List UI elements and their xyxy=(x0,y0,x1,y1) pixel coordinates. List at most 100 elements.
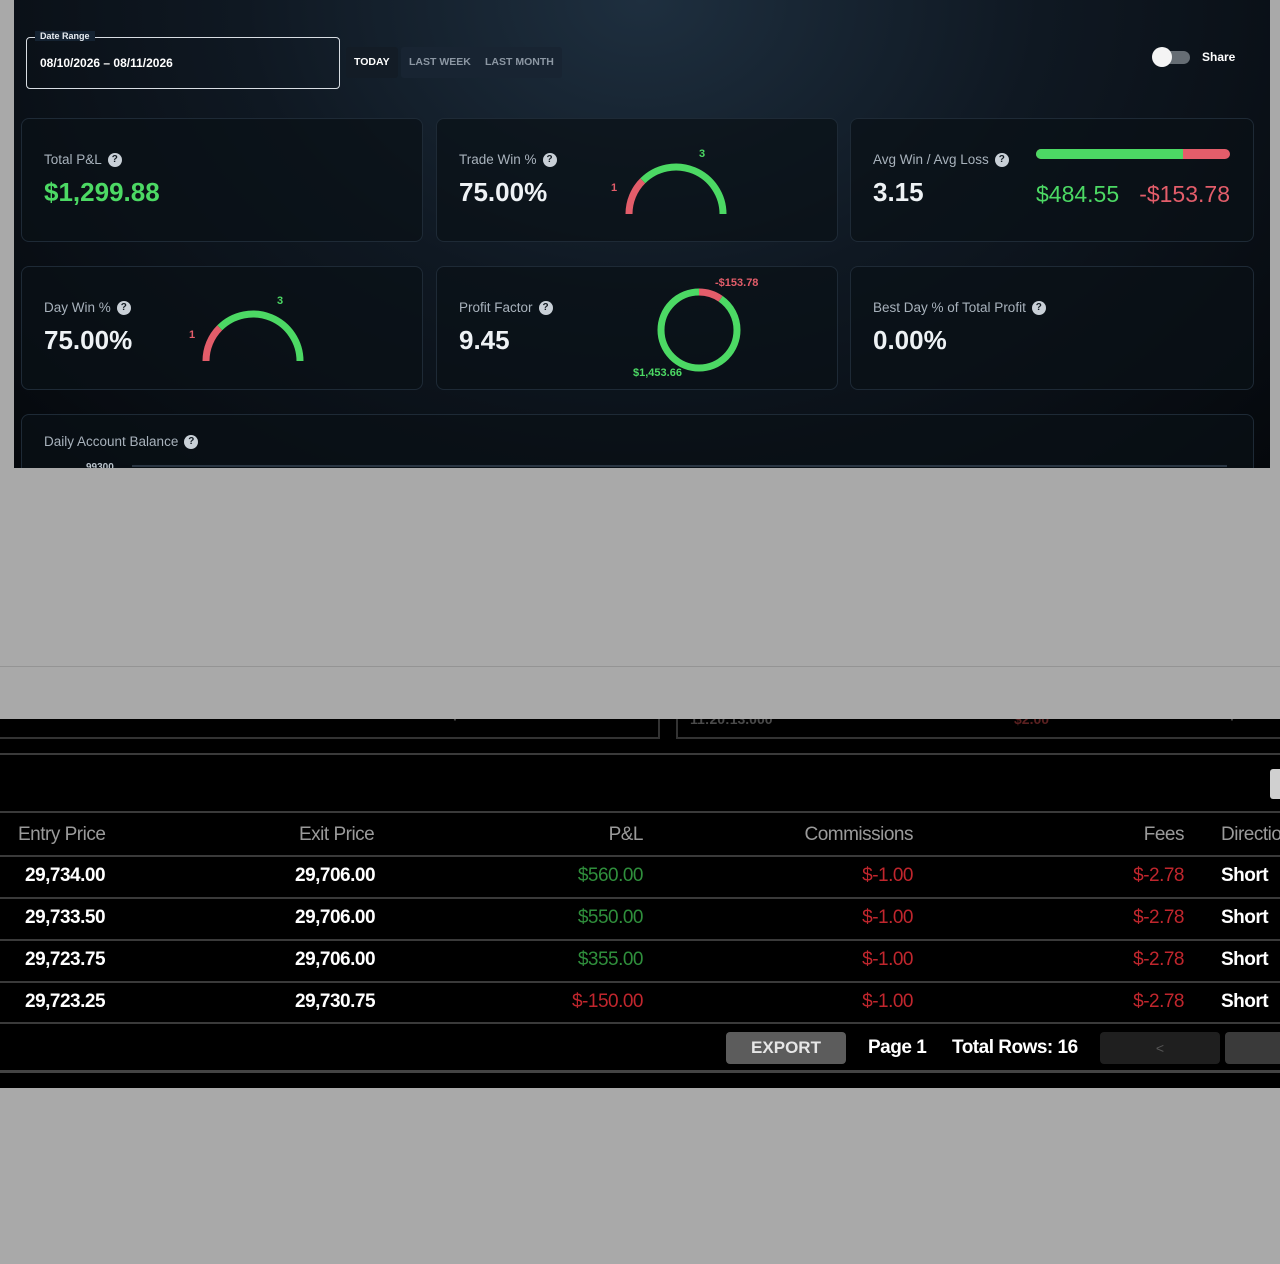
best-day-label: Best Day % of Total Profit xyxy=(873,300,1026,315)
entry-price-cell: 29,723.25 xyxy=(25,991,106,1012)
row-divider xyxy=(0,939,1280,941)
win-loss-ratio-bar xyxy=(1036,149,1230,159)
best-day-label-row: Best Day % of Total Profit ? xyxy=(873,300,1046,315)
pnl-cell: $560.00 xyxy=(577,865,644,886)
column-menu-button[interactable] xyxy=(1270,769,1280,799)
col-pnl[interactable]: P&L xyxy=(543,824,644,846)
date-range-value[interactable]: 08/10/2026 – 08/11/2026 xyxy=(40,56,173,70)
page-indicator: Page 1 xyxy=(868,1037,927,1058)
trade-win-gauge xyxy=(625,163,727,215)
win-arc xyxy=(217,310,304,362)
trade-win-label-row: Trade Win % ? xyxy=(459,152,557,167)
profit-factor-card: Profit Factor ? 9.45 -$153.78 $1,453.66 xyxy=(436,266,838,390)
help-icon[interactable]: ? xyxy=(1031,300,1046,315)
fees-cell: $-2.78 xyxy=(1133,865,1184,886)
direction-cell: Short xyxy=(1221,865,1269,886)
daily-balance-card: Daily Account Balance ? 99300 xyxy=(21,414,1254,468)
avg-win-loss-label-row: Avg Win / Avg Loss ? xyxy=(873,152,1009,167)
direction-cell: Short xyxy=(1221,907,1269,928)
date-range-field[interactable]: Date Range 08/10/2026 – 08/11/2026 xyxy=(26,31,340,89)
gross-profit-label: $1,453.66 xyxy=(633,367,682,379)
header-top-border xyxy=(0,811,1280,813)
exit-price-cell: 29,706.00 xyxy=(295,865,376,886)
avg-win-loss-card: Avg Win / Avg Loss ? 3.15 $484.55 -$153.… xyxy=(850,118,1254,242)
best-day-value: 0.00% xyxy=(873,325,947,355)
today-button[interactable]: TODAY xyxy=(346,47,398,78)
help-icon[interactable]: ? xyxy=(542,152,557,167)
fees-cell: $-2.78 xyxy=(1133,991,1184,1012)
next-page-button[interactable] xyxy=(1225,1032,1280,1064)
fees-cell: $-2.78 xyxy=(1133,907,1184,928)
pnl-cell: $-150.00 xyxy=(571,991,644,1012)
col-commissions[interactable]: Commissions xyxy=(763,824,913,846)
help-icon[interactable]: ? xyxy=(538,300,553,315)
avg-loss-value: -$153.78 xyxy=(1139,181,1230,207)
day-win-label: Day Win % xyxy=(44,300,111,315)
export-button[interactable]: EXPORT xyxy=(726,1032,846,1064)
cutoff-time: 11:20:13.000 xyxy=(690,719,773,727)
direction-cell: Short xyxy=(1221,991,1269,1012)
cutoff-cell-left: · xyxy=(0,719,660,739)
table-bottom-border xyxy=(0,1022,1280,1024)
avg-win-value: $484.55 xyxy=(1036,181,1120,207)
profit-factor-label: Profit Factor xyxy=(459,300,533,315)
avg-win-loss-label: Avg Win / Avg Loss xyxy=(873,152,989,167)
commissions-cell: $-1.00 xyxy=(862,949,913,970)
help-icon[interactable]: ? xyxy=(994,152,1009,167)
day-losses-count: 1 xyxy=(189,329,196,341)
row-divider xyxy=(0,981,1280,983)
profit-factor-value: 9.45 xyxy=(459,325,510,355)
win-arc xyxy=(640,163,727,215)
total-pnl-label-row: Total P&L ? xyxy=(44,152,122,167)
divider xyxy=(0,753,1280,755)
trade-win-label: Trade Win % xyxy=(459,152,537,167)
trade-losses-count: 1 xyxy=(611,182,618,194)
footer-border xyxy=(0,1070,1280,1073)
pnl-cell: $355.00 xyxy=(577,949,644,970)
exit-price-cell: 29,706.00 xyxy=(295,949,376,970)
commissions-cell: $-1.00 xyxy=(862,865,913,886)
gross-profit-slice xyxy=(657,288,741,372)
col-entry-price[interactable]: Entry Price xyxy=(18,824,106,846)
col-exit-price[interactable]: Exit Price xyxy=(299,824,375,846)
prev-page-button[interactable]: < xyxy=(1100,1032,1220,1064)
header-bottom-border xyxy=(0,855,1280,857)
share-toggle-knob xyxy=(1152,47,1172,67)
day-win-card: Day Win % ? 75.00% 1 3 xyxy=(21,266,423,390)
exit-price-cell: 29,706.00 xyxy=(295,907,376,928)
total-pnl-label: Total P&L xyxy=(44,152,102,167)
trades-table: · 11:20:13.000 $2.00 · Entry Price Exit … xyxy=(0,719,1280,1088)
total-pnl-value: $1,299.88 xyxy=(44,177,160,207)
loss-arc xyxy=(625,178,646,215)
entry-price-cell: 29,733.50 xyxy=(25,907,106,928)
pnl-cell: $550.00 xyxy=(577,907,644,928)
best-day-card: Best Day % of Total Profit ? 0.00% xyxy=(850,266,1254,390)
share-toggle[interactable] xyxy=(1152,47,1192,67)
trade-win-card: Trade Win % ? 75.00% 1 3 xyxy=(436,118,838,242)
col-fees[interactable]: Fees xyxy=(1084,824,1185,846)
help-icon[interactable]: ? xyxy=(116,300,131,315)
help-icon[interactable]: ? xyxy=(107,152,122,167)
y-axis-tick: 99300 xyxy=(86,462,114,468)
last-month-button[interactable]: LAST MONTH xyxy=(477,47,562,78)
share-label: Share xyxy=(1202,50,1236,64)
avg-win-loss-ratio: 3.15 xyxy=(873,177,924,207)
row-divider xyxy=(0,897,1280,899)
cutoff-cell-right: 11:20:13.000 $2.00 · xyxy=(676,719,1280,739)
cutoff-value: $2.00 xyxy=(1014,719,1050,727)
daily-balance-label: Daily Account Balance xyxy=(44,434,179,449)
entry-price-cell: 29,734.00 xyxy=(25,865,106,886)
section-divider xyxy=(0,666,1280,667)
day-wins-count: 3 xyxy=(277,295,284,307)
last-week-button[interactable]: LAST WEEK xyxy=(401,47,479,78)
trade-wins-count: 3 xyxy=(699,148,706,160)
dashboard-panel: Date Range 08/10/2026 – 08/11/2026 TODAY… xyxy=(14,0,1270,468)
help-icon[interactable]: ? xyxy=(184,434,199,449)
commissions-cell: $-1.00 xyxy=(862,907,913,928)
day-win-value: 75.00% xyxy=(44,325,133,355)
col-direction[interactable]: Directio xyxy=(1221,824,1280,846)
fees-cell: $-2.78 xyxy=(1133,949,1184,970)
cutoff-mark: · xyxy=(453,719,458,727)
win-share-fill xyxy=(1036,149,1184,159)
date-range-label: Date Range xyxy=(35,31,95,41)
